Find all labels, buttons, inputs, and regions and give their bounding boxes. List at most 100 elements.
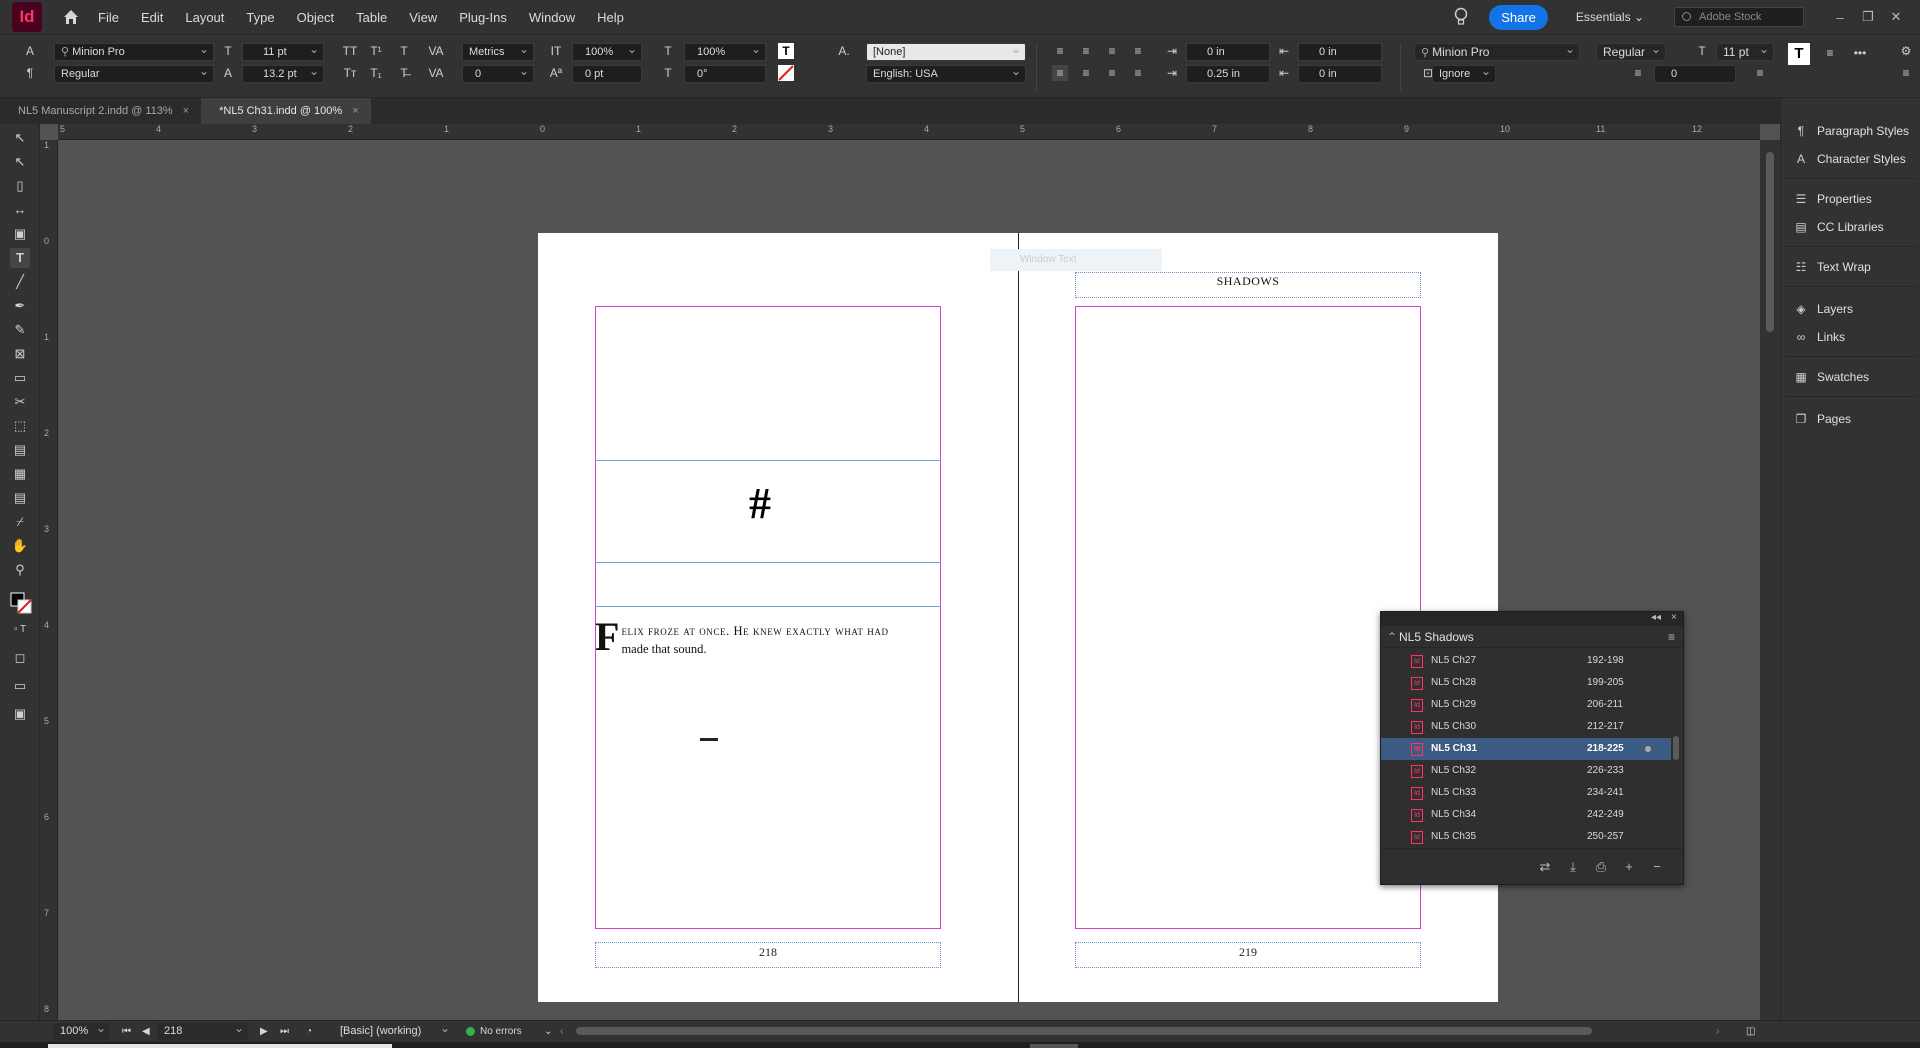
menu-type[interactable]: Type xyxy=(246,10,274,25)
scroll-left-icon[interactable]: ‹ xyxy=(560,1024,563,1040)
synchronize-icon[interactable]: ⇄ xyxy=(1537,859,1553,875)
folio-frame[interactable]: 218 xyxy=(595,942,941,968)
character-mode-icon[interactable]: A xyxy=(22,43,38,59)
scroll-thumb[interactable] xyxy=(1673,736,1679,760)
text-stroke-swatch-icon[interactable] xyxy=(778,65,794,81)
dock-pages[interactable]: ❐ Pages xyxy=(1781,408,1920,430)
book-document-row[interactable]: Id NL5 Ch35 250-257 xyxy=(1381,826,1671,846)
zoom-tool-icon[interactable]: ⚲ xyxy=(10,560,30,580)
dock-paragraph-styles[interactable]: ¶ Paragraph Styles xyxy=(1781,120,1920,142)
align-right-icon[interactable]: ≡ xyxy=(1104,43,1120,59)
direct-selection-tool-icon[interactable]: ↖ xyxy=(10,152,30,172)
book-panel-scrollbar[interactable] xyxy=(1671,650,1681,848)
vertical-ruler[interactable]: 1 0 1 2 3 4 5 6 7 8 xyxy=(40,140,58,1020)
language-field[interactable]: English: USA xyxy=(866,65,1026,83)
gap-tool-icon[interactable]: ↔ xyxy=(10,200,30,220)
formatting-affects-text-icon[interactable]: ▫ T xyxy=(10,620,30,640)
book-document-row-selected[interactable]: Id NL5 Ch31 218-225 xyxy=(1381,738,1671,760)
align-left-icon[interactable]: ≡ xyxy=(1052,43,1068,59)
collapse-icon[interactable]: ◂◂ xyxy=(1651,612,1661,623)
horizontal-ruler[interactable]: 5 4 3 2 1 0 1 2 3 4 5 6 7 8 9 10 11 12 xyxy=(58,124,1760,140)
type-tool-icon[interactable]: T xyxy=(10,248,30,268)
folio-frame[interactable]: 219 xyxy=(1075,942,1421,968)
pen-tool-icon[interactable]: ✒ xyxy=(10,296,30,316)
baseline-shift-field[interactable]: 0 pt xyxy=(572,65,642,83)
home-icon[interactable] xyxy=(62,8,80,26)
scroll-thumb[interactable] xyxy=(1766,152,1774,332)
pencil-tool-icon[interactable]: ✎ xyxy=(10,320,30,340)
normal-mode-icon[interactable]: ◻ xyxy=(10,648,30,668)
panel-menu-icon[interactable]: ≡ xyxy=(1668,626,1675,648)
close-icon[interactable]: × xyxy=(183,98,189,124)
book-document-row[interactable]: Id NL5 Ch28 199-205 xyxy=(1381,672,1671,694)
menu-object[interactable]: Object xyxy=(297,10,335,25)
align-center-icon[interactable]: ≡ xyxy=(1078,43,1094,59)
dock-text-wrap[interactable]: ☷ Text Wrap xyxy=(1781,256,1920,278)
gradient-feather-tool-icon[interactable]: ▦ xyxy=(10,464,30,484)
page-number-field[interactable]: 218 xyxy=(158,1023,248,1041)
remove-document-icon[interactable]: − xyxy=(1649,859,1665,875)
rectangle-frame-tool-icon[interactable]: ⊠ xyxy=(10,344,30,364)
line-tool-icon[interactable]: ╱ xyxy=(10,272,30,292)
eyedropper-tool-icon[interactable]: ⌿ xyxy=(10,512,30,532)
chevron-down-icon[interactable]: ⌄ xyxy=(544,1024,552,1040)
strikethrough-icon[interactable]: T̶ xyxy=(396,65,412,81)
share-button[interactable]: Share xyxy=(1489,4,1548,30)
hyphenation-mode-field[interactable]: Ignore xyxy=(1432,65,1496,83)
last-line-indent-field[interactable]: 0 in xyxy=(1298,65,1382,83)
book-panel-tab[interactable]: ⌃ NL5 Shadows ≡ xyxy=(1381,626,1683,648)
dock-properties[interactable]: ☰ Properties xyxy=(1781,188,1920,210)
tab-manuscript[interactable]: NL5 Manuscript 2.indd @ 113% × xyxy=(0,98,201,124)
panel-menu-icon[interactable]: ≡ xyxy=(1898,65,1914,81)
dock-cc-libraries[interactable]: ▤ CC Libraries xyxy=(1781,216,1920,238)
horizontal-scroll-thumb[interactable] xyxy=(576,1027,1592,1035)
restore-button[interactable]: ❐ xyxy=(1854,9,1882,25)
character-style-field[interactable]: [None] xyxy=(866,43,1026,61)
first-page-icon[interactable]: ⏮ xyxy=(122,1024,131,1040)
superscript-icon[interactable]: T¹ xyxy=(368,43,384,59)
first-line-indent-field[interactable]: 0.25 in xyxy=(1186,65,1270,83)
paragraph-font-style-field[interactable]: Regular xyxy=(1596,43,1666,61)
gradient-swatch-tool-icon[interactable]: ▤ xyxy=(10,440,30,460)
subscript-icon[interactable]: T₁ xyxy=(368,65,384,81)
zoom-level-field[interactable]: 100% xyxy=(54,1023,110,1041)
paragraph-font-size-field[interactable]: 11 pt xyxy=(1716,43,1774,61)
page-tool-icon[interactable]: ▯ xyxy=(10,176,30,196)
font-family-field[interactable]: ⚲ Minion Pro xyxy=(54,43,214,61)
save-book-icon[interactable]: ⤓ xyxy=(1565,859,1581,875)
drop-cap-icon[interactable]: ≡ xyxy=(1752,65,1768,81)
text-fill-swatch-icon[interactable]: T xyxy=(778,43,794,59)
menu-help[interactable]: Help xyxy=(597,10,624,25)
menu-window[interactable]: Window xyxy=(529,10,575,25)
horizontal-scale-field[interactable]: 100% xyxy=(684,43,766,61)
left-indent-field[interactable]: 0 in xyxy=(1186,43,1270,61)
vertical-scrollbar[interactable] xyxy=(1760,140,1780,1020)
justify-center-icon[interactable]: ≡ xyxy=(1078,65,1094,81)
note-tool-icon[interactable]: ▤ xyxy=(10,488,30,508)
panel-titlebar[interactable]: ◂◂ × xyxy=(1381,612,1683,626)
menu-layout[interactable]: Layout xyxy=(185,10,224,25)
justify-right-icon[interactable]: ≡ xyxy=(1104,65,1120,81)
fill-stroke-icon[interactable] xyxy=(10,592,32,614)
justify-left-icon[interactable]: ≡ xyxy=(1052,65,1068,81)
minimize-button[interactable]: – xyxy=(1826,10,1854,25)
print-book-icon[interactable]: ⎙ xyxy=(1593,859,1609,875)
kerning-field[interactable]: Metrics xyxy=(462,43,534,61)
menu-edit[interactable]: Edit xyxy=(141,10,163,25)
more-options-icon[interactable]: ••• xyxy=(1852,45,1868,61)
vertical-scale-field[interactable]: 100% xyxy=(572,43,642,61)
book-document-row[interactable]: Id NL5 Ch34 242-249 xyxy=(1381,804,1671,826)
paragraph-font-field[interactable]: ⚲ Minion Pro xyxy=(1414,43,1580,61)
dock-layers[interactable]: ◈ Layers xyxy=(1781,298,1920,320)
open-page-icon[interactable]: ◔ xyxy=(306,1024,312,1040)
pasteboard[interactable]: # Felix froze at once. He knew exactly w… xyxy=(58,140,1760,1020)
skew-field[interactable]: 0° xyxy=(684,65,766,83)
next-page-icon[interactable]: ▶ xyxy=(260,1024,268,1040)
book-document-row[interactable]: Id NL5 Ch29 206-211 xyxy=(1381,694,1671,716)
settings-icon[interactable]: ⚙ xyxy=(1898,43,1914,59)
tracking-field[interactable]: 0 xyxy=(462,65,534,83)
leading-field[interactable]: 13.2 pt xyxy=(242,65,324,83)
close-button[interactable]: ✕ xyxy=(1882,9,1910,25)
scissors-tool-icon[interactable]: ✂ xyxy=(10,392,30,412)
menu-view[interactable]: View xyxy=(409,10,437,25)
